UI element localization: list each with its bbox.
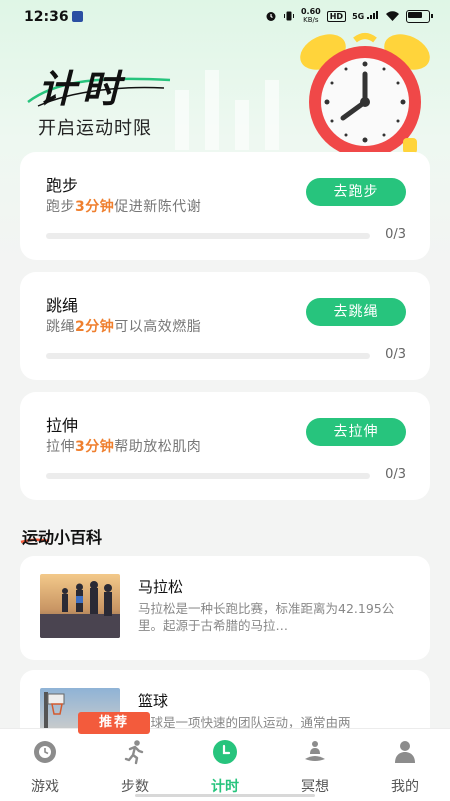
signal-label: 5G [352, 12, 365, 21]
alarm-clock-illustration [300, 33, 430, 158]
home-indicator [135, 794, 315, 797]
tab-profile[interactable]: 我的 [360, 729, 450, 801]
wifi-icon [386, 11, 399, 21]
desc-prefix: 跳绳 [46, 319, 75, 335]
status-time: 12:36 [24, 9, 69, 25]
controller-icon [34, 741, 56, 763]
item-title: 篮球 [138, 692, 169, 710]
desc-highlight: 2分钟 [75, 319, 115, 335]
page-title: 计时 [38, 67, 127, 111]
battery-icon [406, 9, 433, 23]
hd-badge: HD [326, 10, 347, 22]
progress-bar [46, 473, 370, 479]
card-description: 拉伸3分钟帮助放松肌肉 [46, 436, 201, 456]
runner-icon [124, 740, 144, 765]
desc-prefix: 跑步 [46, 199, 75, 215]
tab-label: 步数 [121, 779, 149, 795]
app-notification-icon [72, 11, 83, 22]
page-subtitle: 开启运动时限 [38, 118, 152, 139]
bottom-tab-bar: 游戏 步数 计时 冥想 我的 [0, 728, 450, 801]
desc-suffix: 促进新陈代谢 [114, 199, 202, 215]
desc-highlight: 3分钟 [75, 199, 115, 215]
desc-highlight: 3分钟 [75, 439, 115, 455]
item-title: 马拉松 [138, 578, 184, 596]
section-title: 运动小百科 [22, 528, 103, 547]
timer-card-jump-rope: 跳绳 跳绳2分钟可以高效燃脂 去跳绳 0/3 [20, 272, 430, 380]
signal-5g-icon: 5G [352, 11, 379, 21]
tab-steps[interactable]: 步数 [90, 729, 180, 801]
progress-bar [46, 353, 370, 359]
tab-label: 游戏 [31, 779, 59, 795]
encyclopedia-item-marathon[interactable]: 马拉松 马拉松是一种长跑比赛，标准距离为42.195公里。起源于古希腊的马拉… [20, 556, 430, 660]
status-indicators: 0.60 KB/s HD 5G [265, 7, 433, 25]
go-running-button[interactable]: 去跑步 [306, 178, 406, 206]
timer-card-stretching: 拉伸 拉伸3分钟帮助放松肌肉 去拉伸 0/3 [20, 392, 430, 500]
progress-count: 0/3 [385, 467, 406, 482]
desc-suffix: 帮助放松肌肉 [114, 439, 202, 455]
card-description: 跑步3分钟促进新陈代谢 [46, 196, 201, 216]
progress-count: 0/3 [385, 227, 406, 242]
tab-meditation[interactable]: 冥想 [270, 729, 360, 801]
network-speed-unit: KB/s [303, 16, 319, 24]
go-jump-rope-button[interactable]: 去跳绳 [306, 298, 406, 326]
alarm-icon [266, 12, 276, 21]
card-title: 跑步 [46, 176, 79, 195]
status-bar: 12:36 0.60 KB/s HD 5G [0, 0, 450, 34]
card-description: 跳绳2分钟可以高效燃脂 [46, 316, 201, 336]
marathon-photo [40, 574, 120, 638]
progress-bar [46, 233, 370, 239]
tab-label: 冥想 [301, 779, 329, 795]
network-speed: 0.60 KB/s [300, 7, 321, 25]
tab-label: 我的 [391, 779, 419, 795]
item-description: 马拉松是一种长跑比赛，标准距离为42.195公里。起源于古希腊的马拉… [138, 601, 395, 633]
progress-count: 0/3 [385, 347, 406, 362]
go-stretching-button[interactable]: 去拉伸 [306, 418, 406, 446]
tab-label: 计时 [211, 779, 239, 795]
network-speed-value: 0.60 [300, 7, 321, 16]
decorative-bars [175, 70, 279, 150]
desc-suffix: 可以高效燃脂 [114, 319, 202, 335]
person-icon [395, 741, 415, 763]
desc-prefix: 拉伸 [46, 439, 75, 455]
recommend-badge[interactable]: 推荐 [78, 712, 150, 734]
timer-card-running: 跑步 跑步3分钟促进新陈代谢 去跑步 0/3 [20, 152, 430, 260]
vibrate-icon [283, 11, 294, 21]
clock-icon [213, 740, 237, 764]
tab-timer[interactable]: 计时 [180, 729, 270, 801]
tab-games[interactable]: 游戏 [0, 729, 90, 801]
meditation-icon [305, 741, 325, 761]
card-title: 拉伸 [46, 416, 79, 435]
card-title: 跳绳 [46, 296, 79, 315]
